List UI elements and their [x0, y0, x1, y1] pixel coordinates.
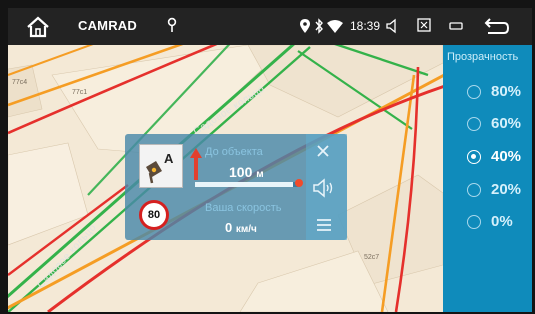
radar-widget[interactable]: A 80 До объекта 100 м Ваша скорость 0 км…	[125, 134, 347, 240]
status-time: 18:39	[350, 19, 381, 33]
distance-readout: 100 м	[229, 164, 264, 180]
menu-icon[interactable]	[317, 219, 331, 231]
location-icon	[300, 19, 310, 33]
minimize-icon[interactable]	[449, 20, 463, 32]
distance-progress-bar	[195, 179, 303, 187]
map-label: 77c1	[72, 89, 88, 96]
option-label: 60%	[491, 115, 522, 132]
screen: CAMRAD 18:39 77c4 77c1 52c7 Садовое коль…	[8, 8, 532, 312]
speed-unit: км/ч	[235, 224, 257, 235]
transparency-panel: Прозрачность 80% 60% 40% 20% 0%	[443, 45, 532, 312]
radio-icon[interactable]	[467, 183, 481, 197]
bluetooth-icon	[315, 18, 323, 34]
status-bar: CAMRAD 18:39	[8, 8, 532, 45]
home-icon[interactable]	[26, 16, 50, 38]
up-arrow-icon	[190, 148, 202, 180]
transparency-title: Прозрачность	[447, 51, 519, 63]
svg-text:A: A	[164, 151, 174, 166]
map-label: 52c7	[364, 254, 380, 261]
radio-checked-icon[interactable]	[467, 150, 481, 164]
transparency-option-20[interactable]: 20%	[443, 176, 532, 204]
volume-icon[interactable]	[385, 18, 401, 34]
wifi-icon	[327, 20, 343, 33]
radio-icon[interactable]	[467, 215, 481, 229]
transparency-option-80[interactable]: 80%	[443, 78, 532, 106]
map-label: 77c4	[12, 79, 28, 86]
speed-limit-sign: 80	[139, 200, 169, 230]
speed-label: Ваша скорость	[205, 202, 282, 214]
radio-icon[interactable]	[467, 85, 481, 99]
location-pin-icon	[167, 17, 177, 32]
distance-label: До объекта	[205, 146, 263, 158]
back-icon[interactable]	[484, 16, 510, 36]
distance-unit: м	[256, 169, 264, 180]
option-label: 0%	[491, 213, 513, 230]
sound-icon[interactable]	[313, 178, 335, 198]
transparency-option-0[interactable]: 0%	[443, 208, 532, 236]
option-label: 80%	[491, 83, 522, 100]
option-label: 40%	[491, 148, 522, 165]
distance-value: 100	[229, 164, 253, 180]
progress-fill	[195, 182, 293, 187]
option-label: 20%	[491, 181, 522, 198]
speed-camera-icon: A	[139, 144, 183, 188]
speed-readout: 0 км/ч	[225, 220, 257, 235]
speed-value: 0	[225, 220, 233, 235]
window-icon[interactable]	[417, 18, 431, 32]
transparency-option-60[interactable]: 60%	[443, 110, 532, 138]
radio-icon[interactable]	[467, 117, 481, 131]
transparency-option-40[interactable]: 40%	[443, 143, 532, 171]
progress-marker	[295, 179, 303, 187]
app-name: CAMRAD	[78, 18, 137, 33]
close-icon[interactable]	[317, 145, 329, 157]
